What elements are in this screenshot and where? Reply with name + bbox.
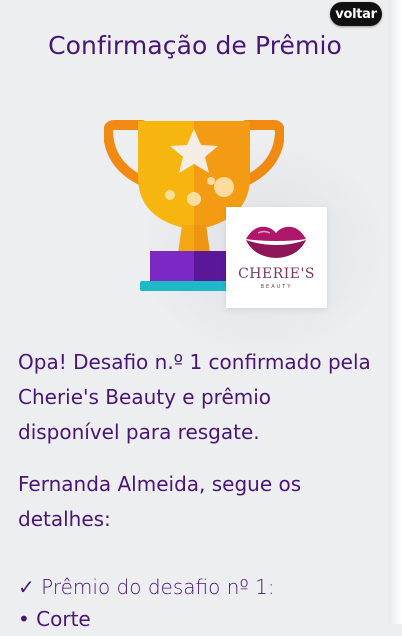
greeting-message: Fernanda Almeida, segue os detalhes: <box>18 472 302 531</box>
lips-logo-icon <box>246 226 306 258</box>
page-title: Confirmação de Prêmio <box>48 31 342 60</box>
check-icon: ✓ <box>18 575 35 599</box>
prize-item: • Corte <box>18 607 91 631</box>
brand-name: CHERIE'S <box>238 266 315 282</box>
prize-heading-label: Prêmio do desafio nº 1: <box>41 575 275 599</box>
back-button[interactable]: voltar <box>330 2 382 26</box>
confirmation-message: Opa! Desafio n.º 1 confirmado pela Cheri… <box>18 350 371 444</box>
brand-subtitle: BEAUTY <box>260 284 293 290</box>
prize-list: • Corte <box>18 602 91 636</box>
brand-logo-card: CHERIE'S BEAUTY <box>226 207 327 308</box>
prize-heading: ✓ Prêmio do desafio nº 1: <box>18 570 275 604</box>
